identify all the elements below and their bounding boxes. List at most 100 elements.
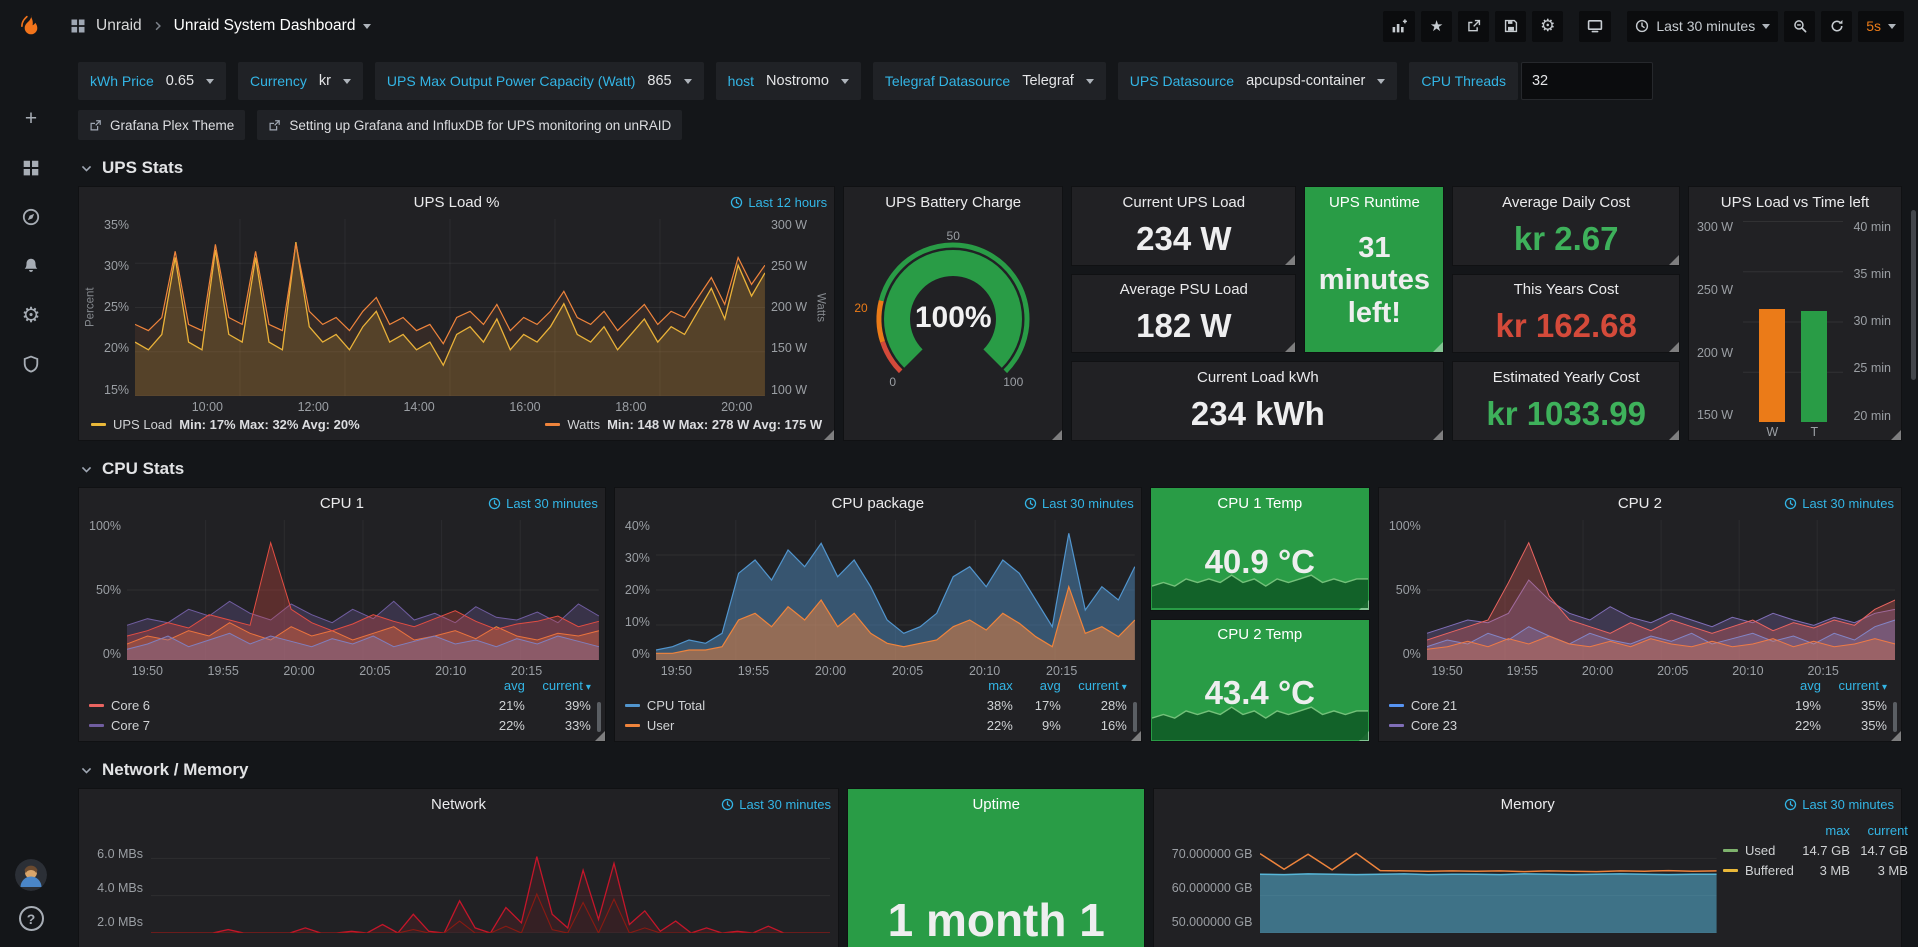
- variable-currency[interactable]: Currency kr: [238, 62, 363, 100]
- cpu1-chart[interactable]: [127, 520, 599, 660]
- legend-item[interactable]: Used: [1723, 843, 1794, 858]
- legend-item[interactable]: User: [625, 718, 959, 733]
- panel-time-override[interactable]: Last 30 minutes: [721, 789, 831, 819]
- share-button[interactable]: [1458, 11, 1489, 42]
- legend-col-avg[interactable]: avg: [1763, 678, 1821, 693]
- cpu2-chart[interactable]: [1427, 520, 1895, 660]
- external-link-icon: [89, 119, 102, 132]
- dashboards-icon: [22, 159, 40, 177]
- sidebar-item-server-admin[interactable]: [14, 347, 48, 381]
- legend-item[interactable]: Core 6: [89, 698, 467, 713]
- panel-title[interactable]: Current Load kWh: [1072, 362, 1443, 392]
- legend-item[interactable]: Core 21: [1389, 698, 1763, 713]
- dashboard-title[interactable]: Unraid System Dashboard: [174, 17, 372, 35]
- section-ups-stats[interactable]: UPS Stats: [80, 158, 1902, 178]
- panel-time-override[interactable]: Last 30 minutes: [1024, 488, 1134, 518]
- section-cpu-stats[interactable]: CPU Stats: [80, 459, 1902, 479]
- legend-col-current[interactable]: current: [1061, 678, 1127, 693]
- memory-chart[interactable]: [1260, 821, 1717, 933]
- refresh-button[interactable]: [1821, 11, 1852, 42]
- bar-time-left[interactable]: [1801, 311, 1827, 422]
- legend-scrollbar[interactable]: [597, 702, 601, 732]
- section-network-memory[interactable]: Network / Memory: [80, 760, 1902, 780]
- legend-item[interactable]: Core 7: [89, 718, 467, 733]
- series-swatch: [89, 704, 104, 707]
- legend-col-current[interactable]: current: [525, 678, 591, 693]
- sidebar-item-dashboards[interactable]: [14, 151, 48, 185]
- battery-gauge[interactable]: 100% 0 50 100 20: [850, 227, 1056, 403]
- ups-load-chart[interactable]: [135, 219, 765, 396]
- star-button[interactable]: ★: [1421, 11, 1452, 42]
- stat-value: kr 162.68: [1453, 305, 1679, 353]
- refresh-interval-picker[interactable]: 5s: [1858, 11, 1904, 42]
- panel-title[interactable]: UPS Battery Charge: [844, 187, 1062, 217]
- legend-scrollbar[interactable]: [1893, 702, 1897, 732]
- panel-title[interactable]: UPS Load %: [79, 187, 834, 217]
- apps-grid-icon[interactable]: [70, 18, 86, 34]
- variable-kwh-price[interactable]: kWh Price 0.65: [78, 62, 226, 100]
- breadcrumb-app[interactable]: Unraid: [96, 17, 142, 35]
- panel-time-override[interactable]: Last 30 minutes: [1784, 488, 1894, 518]
- variable-label: CPU Threads: [1409, 62, 1518, 100]
- panel-current-ups-load: Current UPS Load 234 W: [1071, 186, 1296, 266]
- panel-title[interactable]: Estimated Yearly Cost: [1453, 362, 1679, 392]
- clock-icon: [1784, 497, 1797, 510]
- add-panel-button[interactable]: [1383, 11, 1415, 42]
- help-button[interactable]: ?: [19, 906, 44, 931]
- legend-col-avg[interactable]: avg: [1013, 678, 1061, 693]
- variable-ups-max-output[interactable]: UPS Max Output Power Capacity (Watt) 865: [375, 62, 704, 100]
- legend: avg current Core 21 19% 35% Core 23 22% …: [1379, 678, 1901, 741]
- dashboard-scrollbar[interactable]: [1911, 210, 1916, 380]
- panel-title[interactable]: CPU 2 Temp: [1151, 620, 1369, 650]
- legend-col-current[interactable]: current: [1821, 678, 1887, 693]
- user-avatar[interactable]: [15, 859, 47, 891]
- save-button[interactable]: [1495, 11, 1526, 42]
- ups-bars-chart[interactable]: [1743, 221, 1843, 422]
- cpu-threads-input[interactable]: [1521, 62, 1653, 100]
- cpu-package-chart[interactable]: [656, 520, 1135, 660]
- legend-col-max[interactable]: max: [959, 678, 1013, 693]
- legend-item-watts[interactable]: Watts Min: 148 W Max: 278 W Avg: 175 W: [545, 417, 822, 432]
- dashboard-settings-button[interactable]: ⚙: [1532, 11, 1563, 42]
- panel-title[interactable]: UPS Runtime: [1305, 187, 1443, 217]
- sidebar-item-configuration[interactable]: ⚙: [14, 298, 48, 332]
- panel-title[interactable]: Uptime: [848, 789, 1144, 819]
- link-grafana-plex-theme[interactable]: Grafana Plex Theme: [78, 110, 245, 140]
- legend-item[interactable]: CPU Total: [625, 698, 959, 713]
- legend-item[interactable]: Buffered: [1723, 863, 1794, 878]
- panel-time-override[interactable]: Last 30 minutes: [488, 488, 598, 518]
- x-axis-ticks: 19:5019:5520:0020:0520:1020:15: [1427, 660, 1895, 678]
- sidebar-item-explore[interactable]: [14, 200, 48, 234]
- panel-title[interactable]: Average PSU Load: [1072, 275, 1295, 305]
- panel-title[interactable]: Average Daily Cost: [1453, 187, 1679, 217]
- panel-title[interactable]: CPU 1 Temp: [1151, 488, 1369, 518]
- topbar: Unraid Unraid System Dashboard ★ ⚙ Last …: [62, 0, 1918, 52]
- panel-time-override[interactable]: Last 12 hours: [730, 187, 827, 217]
- panel-title[interactable]: Current UPS Load: [1072, 187, 1295, 217]
- legend-item[interactable]: Core 23: [1389, 718, 1763, 733]
- panel-title[interactable]: This Years Cost: [1453, 275, 1679, 305]
- panel-time-override[interactable]: Last 30 minutes: [1784, 789, 1894, 819]
- grafana-logo[interactable]: [0, 0, 62, 52]
- network-chart[interactable]: [151, 821, 830, 933]
- link-ups-monitoring-guide[interactable]: Setting up Grafana and InfluxDB for UPS …: [257, 110, 682, 140]
- legend-scrollbar[interactable]: [1133, 702, 1137, 732]
- create-button[interactable]: +: [14, 102, 48, 136]
- kiosk-mode-button[interactable]: [1579, 11, 1611, 42]
- legend-item-ups-load[interactable]: UPS Load Min: 17% Max: 32% Avg: 20%: [91, 417, 360, 432]
- panel-title[interactable]: UPS Load vs Time left: [1689, 187, 1901, 217]
- legend-col-avg[interactable]: avg: [467, 678, 525, 693]
- legend-col-max[interactable]: max: [1794, 823, 1850, 838]
- stat-value: 40.9 °C: [1151, 518, 1369, 610]
- time-range-picker[interactable]: Last 30 minutes: [1627, 11, 1778, 42]
- panel-estimated-yearly-cost: Estimated Yearly Cost kr 1033.99: [1452, 361, 1680, 441]
- variable-telegraf-datasource[interactable]: Telegraf Datasource Telegraf: [873, 62, 1106, 100]
- variable-host[interactable]: host Nostromo: [716, 62, 861, 100]
- sidebar-item-alerting[interactable]: [14, 249, 48, 283]
- legend-col-current[interactable]: current: [1850, 823, 1908, 838]
- variable-ups-datasource[interactable]: UPS Datasource apcupsd-container: [1118, 62, 1398, 100]
- bar-watts[interactable]: [1759, 309, 1785, 422]
- clock-icon: [488, 497, 501, 510]
- zoom-out-button[interactable]: [1784, 11, 1815, 42]
- caret-down-icon: [1888, 24, 1896, 29]
